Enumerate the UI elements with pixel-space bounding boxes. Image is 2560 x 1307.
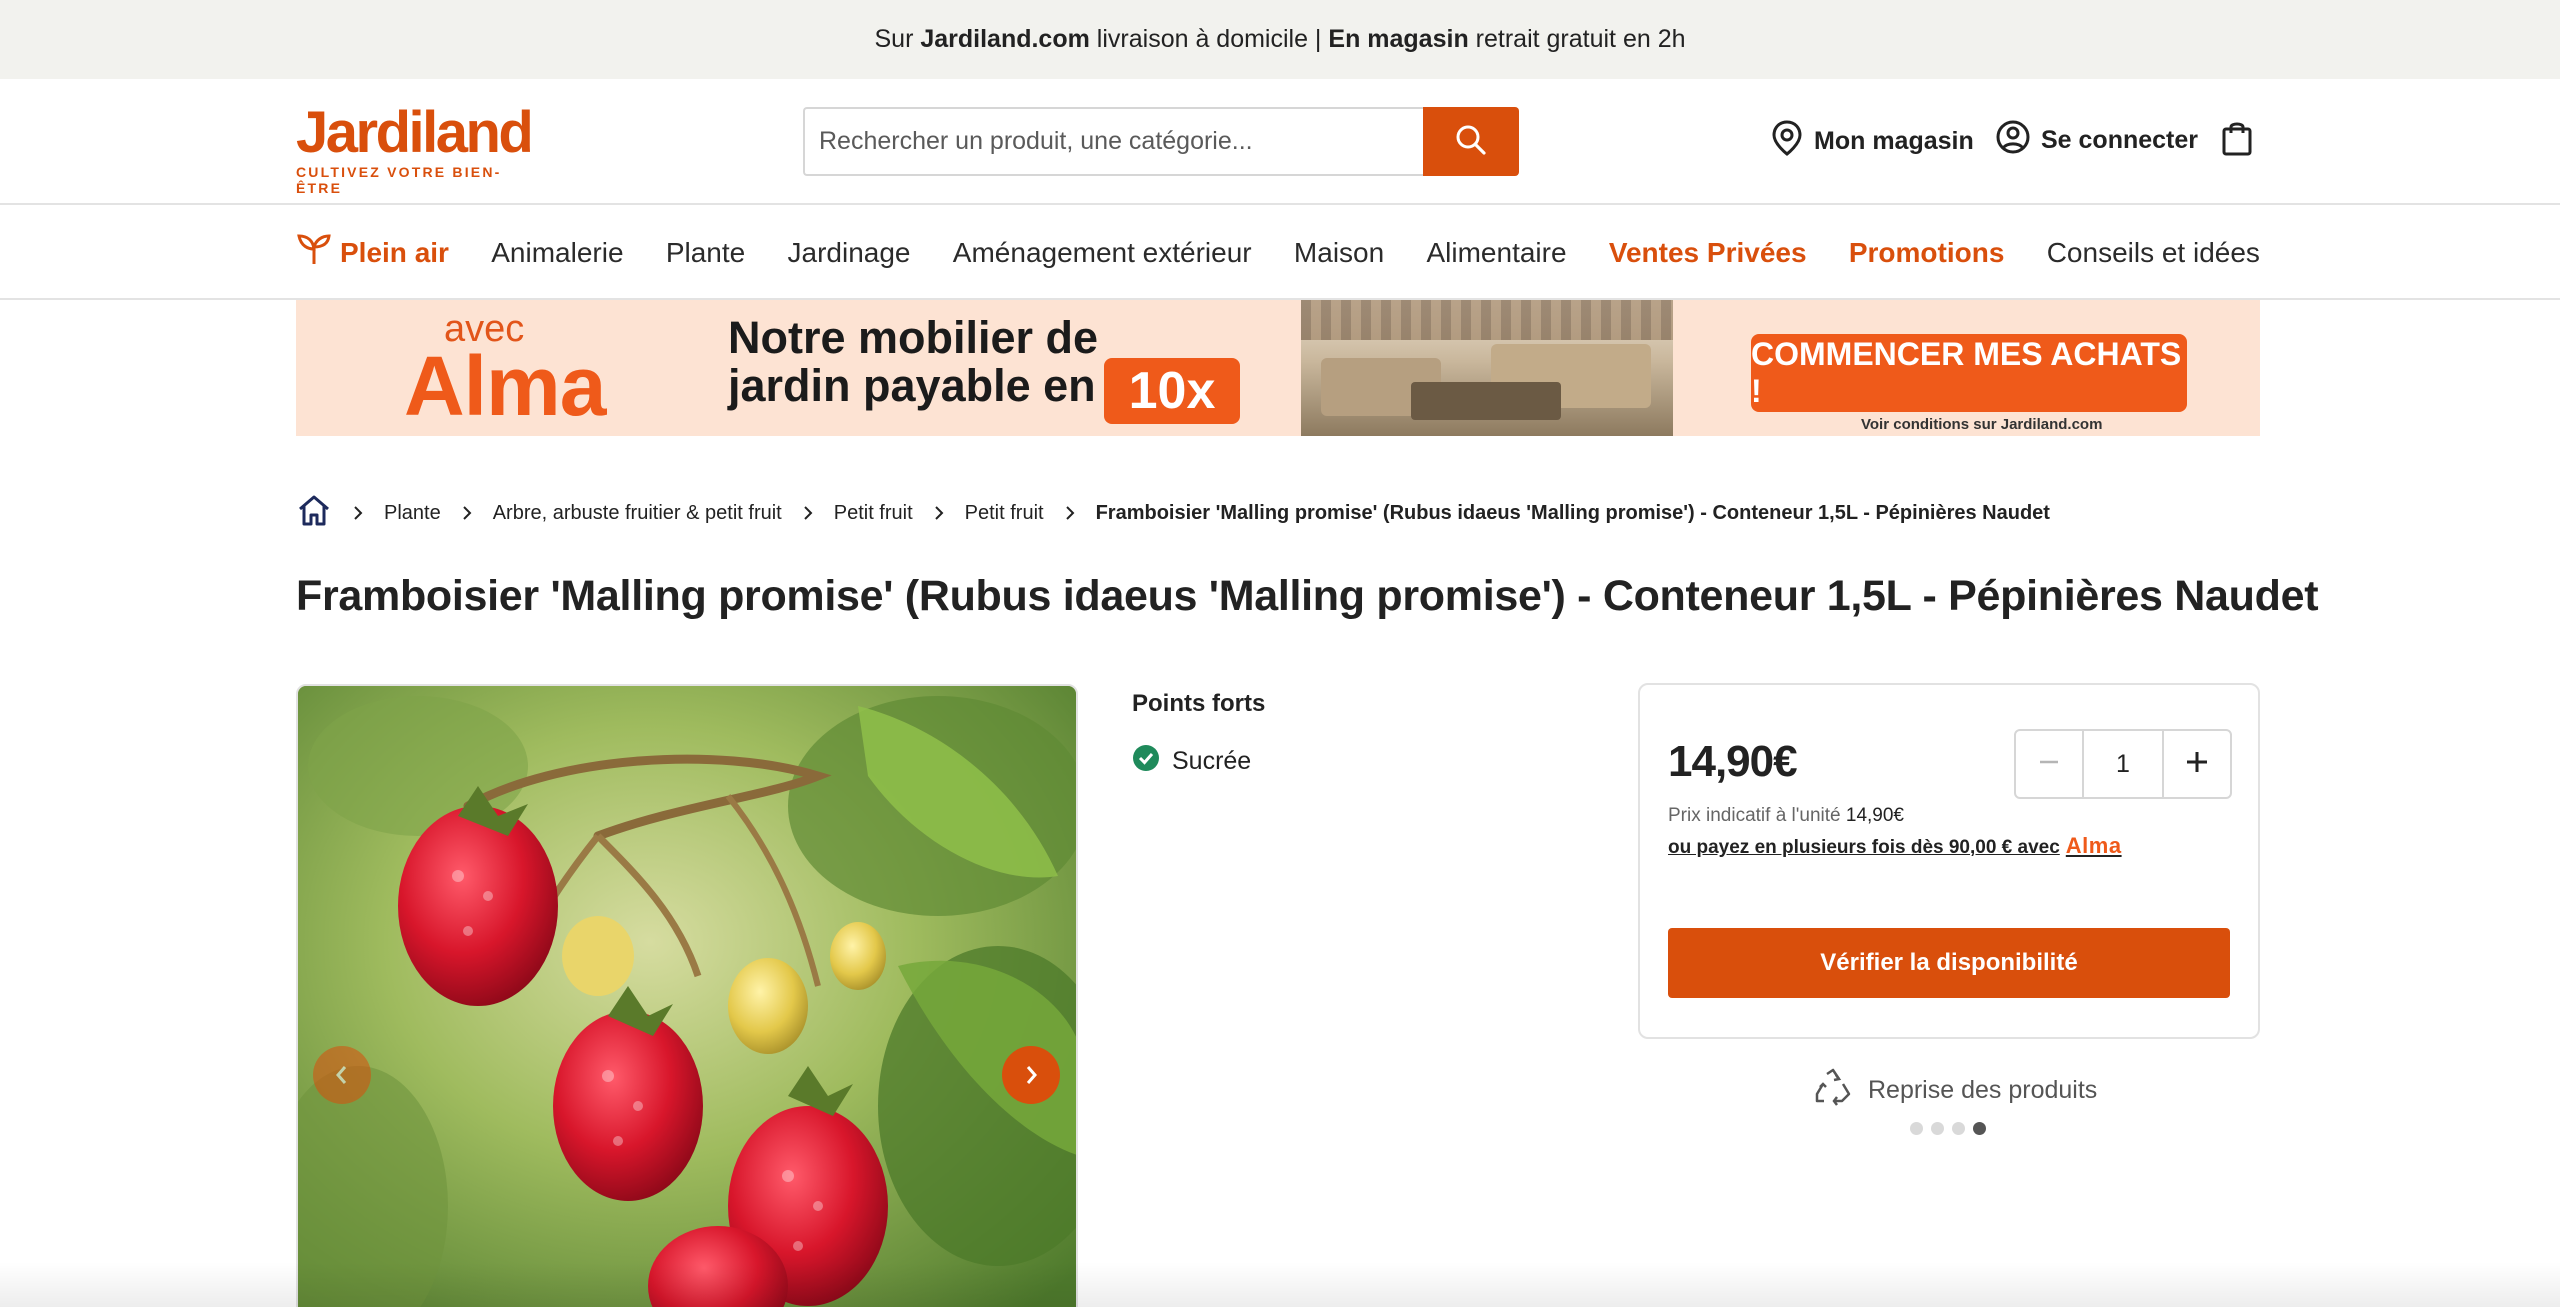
topbar-store: En magasin — [1328, 25, 1469, 53]
shopping-bag-icon — [2220, 122, 2254, 161]
banner-furniture-image — [1301, 300, 1673, 436]
product-title: Framboisier 'Malling promise' (Rubus ida… — [296, 572, 2319, 620]
purchase-box: 14,90€ 1 Prix indicatif à l'unité 14,90€… — [1638, 683, 2260, 1039]
gallery-next-button[interactable] — [1002, 1046, 1060, 1104]
banner-conditions: Voir conditions sur Jardiland.com — [1861, 416, 2103, 433]
my-store-link[interactable]: Mon magasin — [1770, 119, 1974, 164]
check-availability-button[interactable]: Vérifier la disponibilité — [1668, 928, 2230, 998]
topbar-suffix: retrait gratuit en 2h — [1475, 25, 1686, 53]
banner-cta-button[interactable]: COMMENCER MES ACHATS ! — [1751, 334, 2187, 412]
banner-line-1: Notre mobilier de — [728, 312, 1099, 363]
breadcrumb-item[interactable]: Plante — [384, 502, 441, 525]
topbar-prefix: Sur — [874, 25, 914, 53]
my-store-label: Mon magasin — [1814, 127, 1974, 155]
user-icon — [1995, 119, 2031, 162]
quantity-decrease-button[interactable] — [2016, 731, 2084, 797]
highlights-title: Points forts — [1132, 690, 1266, 717]
logo-text: Jardiland — [296, 100, 534, 165]
installments-alma-logo: Alma — [2065, 833, 2122, 858]
takeback-label: Reprise des produits — [1868, 1076, 2098, 1104]
nav-item-conseils-idees[interactable]: Conseils et idées — [2047, 237, 2260, 269]
chevron-right-icon — [802, 505, 814, 521]
banner-line-2: jardin payable en — [728, 360, 1096, 411]
nav-item-plante[interactable]: Plante — [666, 237, 745, 269]
plus-icon — [2184, 749, 2210, 780]
breadcrumb-item[interactable]: Petit fruit — [834, 502, 913, 525]
chevron-right-icon — [461, 505, 473, 521]
location-pin-icon — [1770, 119, 1804, 164]
breadcrumb-home[interactable] — [296, 493, 332, 533]
banner-alma-logo: Alma — [404, 339, 606, 433]
search-icon — [1454, 123, 1488, 160]
topbar-site: Jardiland.com — [920, 25, 1090, 53]
carousel-dot[interactable] — [1952, 1122, 1965, 1135]
chevron-right-icon — [933, 505, 945, 521]
product-price: 14,90€ — [1668, 737, 1798, 786]
quantity-increase-button[interactable] — [2162, 731, 2230, 797]
nav-item-plein-air[interactable]: Plein air — [296, 232, 449, 273]
search-bar — [803, 107, 1519, 176]
main-nav: Plein air Animalerie Plante Jardinage Am… — [0, 205, 2560, 300]
cart-button[interactable] — [2220, 119, 2254, 162]
search-button[interactable] — [1423, 107, 1519, 176]
logo-tagline: CULTIVEZ VOTRE BIEN-ÊTRE — [296, 164, 502, 196]
chevron-right-icon — [1064, 505, 1076, 521]
quantity-stepper: 1 — [2014, 729, 2232, 799]
breadcrumb-current: Framboisier 'Malling promise' (Rubus ida… — [1095, 501, 2050, 524]
breadcrumb-item[interactable]: Petit fruit — [965, 502, 1044, 525]
installments-link[interactable]: ou payez en plusieurs fois dès 90,00 € a… — [1668, 833, 2122, 859]
alma-promo-banner[interactable]: avec Alma Notre mobilier de jardin payab… — [296, 300, 2260, 436]
unit-price-value: 14,90€ — [1845, 805, 1905, 826]
product-image — [298, 686, 1076, 1307]
carousel-dot[interactable] — [1910, 1122, 1923, 1135]
unit-price: Prix indicatif à l'unité 14,90€ — [1668, 805, 1904, 827]
nav-item-alimentaire[interactable]: Alimentaire — [1426, 237, 1566, 269]
nav-item-animalerie[interactable]: Animalerie — [491, 237, 623, 269]
chevron-left-icon — [333, 1064, 351, 1086]
nav-item-jardinage[interactable]: Jardinage — [788, 237, 911, 269]
sprout-icon — [296, 232, 332, 273]
banner-badge: 10x — [1104, 358, 1240, 424]
chevron-right-icon — [352, 505, 364, 521]
installments-text: ou payez en plusieurs fois dès 90,00 € a… — [1668, 837, 2060, 858]
site-header: Jardiland CULTIVEZ VOTRE BIEN-ÊTRE Mon m… — [0, 79, 2560, 205]
product-takeback[interactable]: Reprise des produits — [1812, 1066, 2097, 1115]
topbar-middle: livraison à domicile | — [1096, 25, 1322, 53]
gallery-prev-button[interactable] — [313, 1046, 371, 1104]
recycle-icon — [1812, 1066, 1854, 1115]
nav-label: Plein air — [340, 236, 449, 268]
top-info-bar: Sur Jardiland.com livraison à domicile |… — [0, 0, 2560, 79]
quantity-value[interactable]: 1 — [2084, 731, 2162, 797]
breadcrumb: Plante Arbre, arbuste fruitier & petit f… — [296, 492, 2050, 534]
carousel-dots — [1910, 1122, 1986, 1135]
search-input[interactable] — [803, 107, 1423, 176]
minus-icon — [2037, 750, 2061, 779]
breadcrumb-item[interactable]: Arbre, arbuste fruitier & petit fruit — [493, 502, 782, 525]
banner-message: Notre mobilier de jardin payable en — [728, 314, 1098, 410]
product-image-gallery[interactable] — [296, 684, 1078, 1307]
nav-item-promotions[interactable]: Promotions — [1849, 237, 2005, 269]
chevron-right-icon — [1022, 1064, 1040, 1086]
nav-item-ventes-privees[interactable]: Ventes Privées — [1609, 237, 1807, 269]
highlight-label: Sucrée — [1172, 747, 1252, 775]
login-label: Se connecter — [2041, 126, 2199, 154]
check-circle-icon — [1132, 744, 1160, 779]
home-icon — [296, 495, 332, 532]
unit-price-label: Prix indicatif à l'unité — [1668, 805, 1841, 826]
product-highlights: Points forts Sucrée — [1132, 690, 1265, 779]
login-link[interactable]: Se connecter — [1995, 119, 2198, 162]
logo[interactable]: Jardiland CULTIVEZ VOTRE BIEN-ÊTRE — [296, 100, 536, 197]
highlight-item: Sucrée — [1132, 744, 1265, 779]
nav-item-amenagement-exterieur[interactable]: Aménagement extérieur — [953, 237, 1252, 269]
carousel-dot[interactable] — [1931, 1122, 1944, 1135]
carousel-dot-active[interactable] — [1973, 1122, 1986, 1135]
nav-item-maison[interactable]: Maison — [1294, 237, 1384, 269]
